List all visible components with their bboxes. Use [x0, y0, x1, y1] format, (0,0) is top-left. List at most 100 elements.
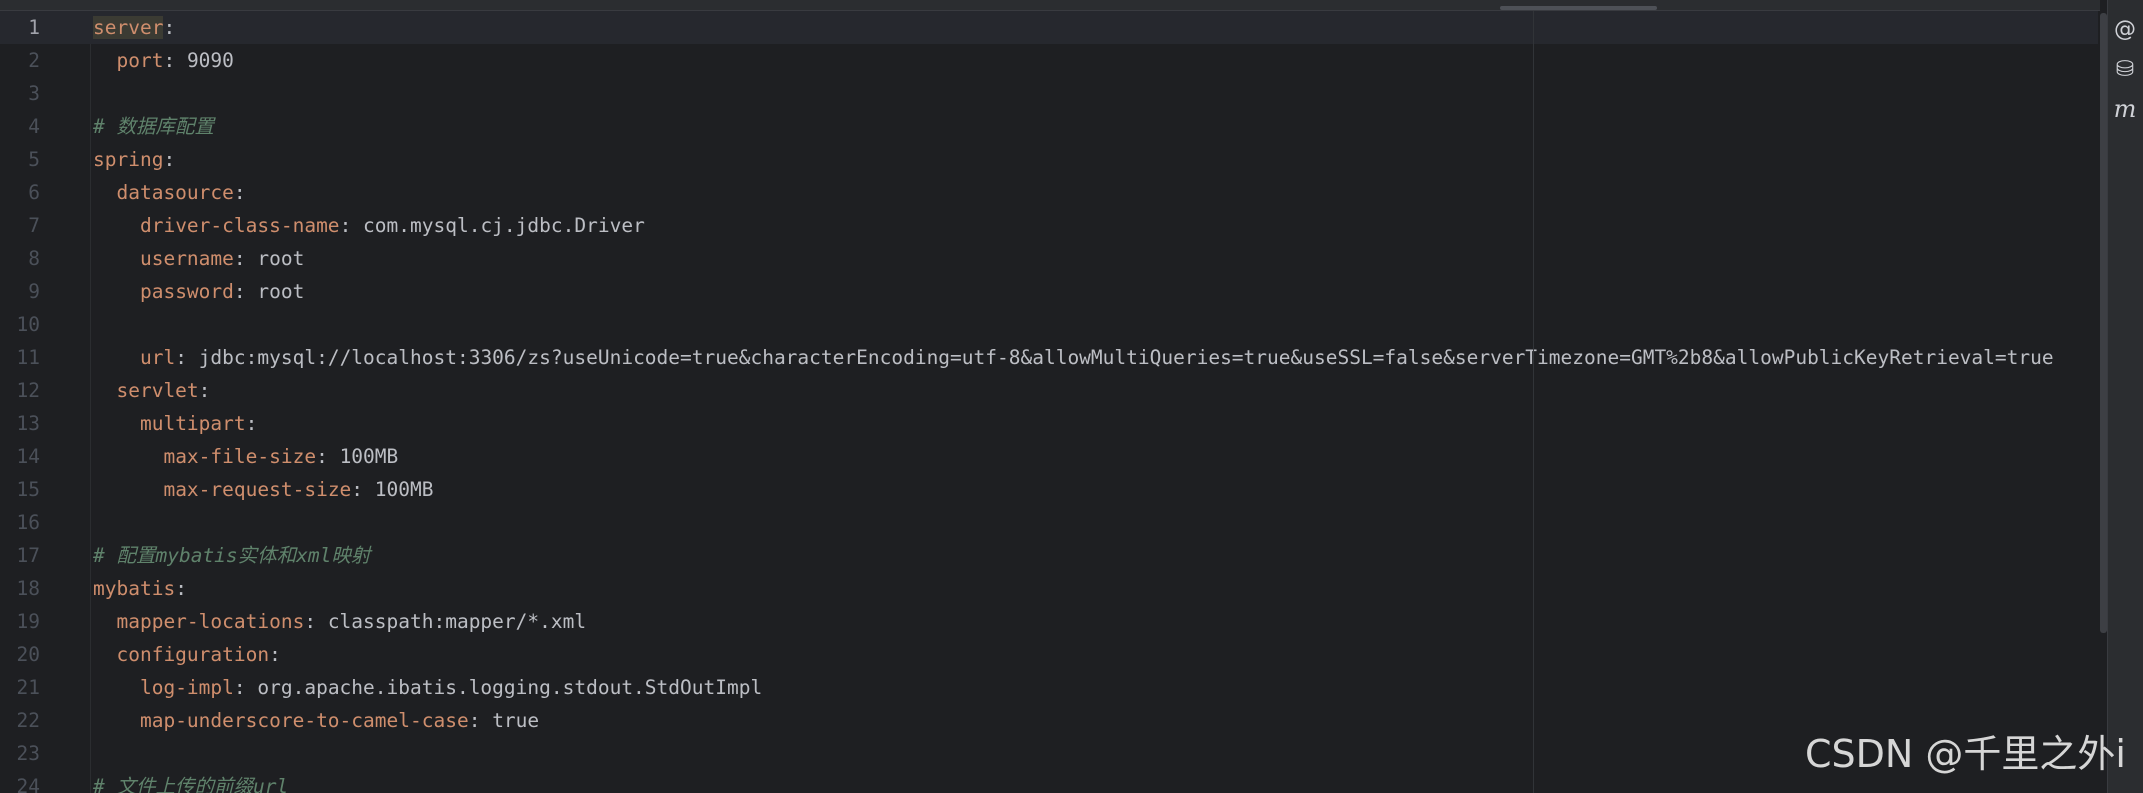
code-line[interactable]: 7 driver-class-name: com.mysql.cj.jdbc.D…: [0, 209, 2100, 242]
line-content: url: jdbc:mysql://localhost:3306/zs?useU…: [93, 341, 2054, 374]
code-token: org.apache.ibatis.logging.stdout.StdOutI…: [257, 676, 763, 699]
line-content: password: root: [93, 275, 304, 308]
line-content: multipart:: [93, 407, 257, 440]
line-number: 18: [16, 577, 40, 600]
line-content: driver-class-name: com.mysql.cj.jdbc.Dri…: [93, 209, 645, 242]
code-editor[interactable]: 1 server: 2 port: 9090 3 4 # 数据库配置 5 spring: 6 d…: [0, 11, 2100, 793]
code-line[interactable]: 5 spring:: [0, 143, 2100, 176]
line-content: log-impl: org.apache.ibatis.logging.stdo…: [93, 671, 762, 704]
code-line[interactable]: 16: [0, 506, 2100, 539]
code-token: configuration: [116, 643, 270, 666]
line-number: 3: [28, 82, 40, 105]
code-token: spring: [93, 148, 164, 171]
code-line[interactable]: 14 max-file-size: 100MB: [0, 440, 2100, 473]
code-token: :: [233, 280, 258, 303]
code-token: 100MB: [339, 445, 399, 468]
code-token: :: [339, 214, 364, 237]
code-token: root: [257, 280, 305, 303]
code-line[interactable]: 13 multipart:: [0, 407, 2100, 440]
code-token: :: [245, 412, 258, 435]
line-number: 17: [16, 544, 40, 567]
code-token: 9090: [186, 49, 234, 72]
code-line[interactable]: 6 datasource:: [0, 176, 2100, 209]
code-line[interactable]: 21 log-impl: org.apache.ibatis.logging.s…: [0, 671, 2100, 704]
code-token: port: [116, 49, 164, 72]
code-token: server: [93, 16, 164, 39]
line-content: servlet:: [93, 374, 210, 407]
code-line[interactable]: 20 configuration:: [0, 638, 2100, 671]
code-line[interactable]: 3: [0, 77, 2100, 110]
line-number: 23: [16, 742, 40, 765]
code-token: :: [163, 148, 176, 171]
line-number: 4: [28, 115, 40, 138]
line-number: 24: [16, 775, 40, 793]
code-line[interactable]: 23: [0, 737, 2100, 770]
line-content: mybatis:: [93, 572, 187, 605]
code-line[interactable]: 19 mapper-locations: classpath:mapper/*.…: [0, 605, 2100, 638]
code-token: :: [163, 16, 176, 39]
line-number: 2: [28, 49, 40, 72]
code-token: datasource: [116, 181, 234, 204]
line-number: 20: [16, 643, 40, 666]
code-line[interactable]: 8 username: root: [0, 242, 2100, 275]
code-line[interactable]: 9 password: root: [0, 275, 2100, 308]
code-token: root: [257, 247, 305, 270]
code-token: # 文件上传的前缀url: [93, 775, 289, 793]
code-line[interactable]: 2 port: 9090: [0, 44, 2100, 77]
code-token: log-impl: [139, 676, 234, 699]
line-content: datasource:: [93, 176, 245, 209]
code-token: :: [198, 379, 211, 402]
code-token: true: [492, 709, 540, 732]
code-token: mapper-locations: [116, 610, 305, 633]
code-token: :: [233, 676, 258, 699]
code-token: driver-class-name: [139, 214, 340, 237]
line-number: 16: [16, 511, 40, 534]
line-number: 21: [16, 676, 40, 699]
database-icon[interactable]: ⛁: [2107, 52, 2143, 86]
code-token: :: [175, 577, 187, 600]
code-line[interactable]: 10: [0, 308, 2100, 341]
code-token: :: [468, 709, 493, 732]
code-line[interactable]: 17 # 配置mybatis实体和xml映射: [0, 539, 2100, 572]
code-token: :: [233, 247, 258, 270]
code-token: :: [163, 49, 187, 72]
line-number: 8: [28, 247, 40, 270]
code-token: jdbc:mysql://localhost:3306/zs?useUnicod…: [198, 346, 2054, 369]
line-number: 1: [28, 16, 40, 39]
code-line[interactable]: 11 url: jdbc:mysql://localhost:3306/zs?u…: [0, 341, 2100, 374]
line-content: max-request-size: 100MB: [93, 473, 433, 506]
code-line[interactable]: 15 max-request-size: 100MB: [0, 473, 2100, 506]
ai-assistant-icon[interactable]: @: [2107, 12, 2143, 46]
code-token: servlet: [116, 379, 199, 402]
line-content: server:: [93, 11, 175, 44]
code-token: url: [139, 346, 176, 369]
code-line[interactable]: 22 map-underscore-to-camel-case: true: [0, 704, 2100, 737]
line-number: 15: [16, 478, 40, 501]
vertical-scroll-thumb[interactable]: [2100, 13, 2107, 633]
line-number: 14: [16, 445, 40, 468]
code-line[interactable]: 18 mybatis:: [0, 572, 2100, 605]
line-content: max-file-size: 100MB: [93, 440, 398, 473]
line-content: configuration:: [93, 638, 281, 671]
code-line[interactable]: 24 # 文件上传的前缀url: [0, 770, 2100, 793]
code-line[interactable]: 12 servlet:: [0, 374, 2100, 407]
horizontal-scroll-thumb[interactable]: [1500, 6, 1657, 10]
maven-icon[interactable]: m: [2107, 92, 2143, 126]
code-token: max-file-size: [163, 445, 317, 468]
code-line[interactable]: 1 server:: [0, 11, 2100, 44]
line-content: mapper-locations: classpath:mapper/*.xml: [93, 605, 586, 638]
code-line[interactable]: 4 # 数据库配置: [0, 110, 2100, 143]
code-token: :: [269, 643, 281, 666]
code-token: :: [304, 610, 328, 633]
editor-tab-strip: [0, 0, 2100, 11]
line-number: 11: [16, 346, 40, 369]
